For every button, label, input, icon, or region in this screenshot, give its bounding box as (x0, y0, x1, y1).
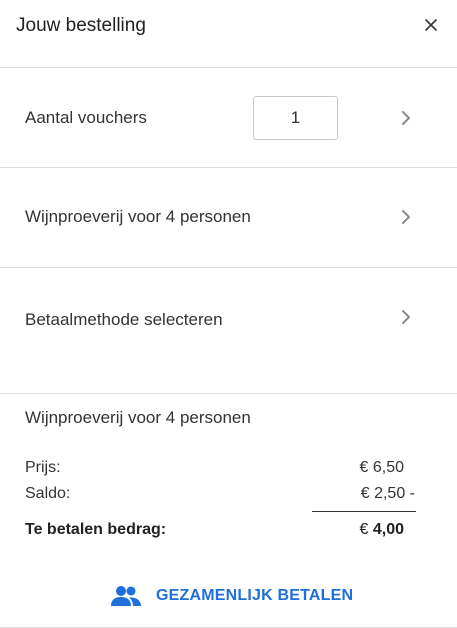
summary-product: Wijnproeverij voor 4 personen (25, 408, 251, 427)
people-icon (111, 586, 141, 606)
close-icon (425, 19, 437, 31)
sum-divider (312, 511, 416, 512)
order-summary: Wijnproeverij voor 4 personen Prijs: € 6… (0, 394, 457, 558)
page-title: Jouw bestelling (16, 15, 146, 36)
payment-method-row[interactable]: Betaalmethode selecteren (0, 268, 457, 368)
vouchers-quantity-input[interactable] (253, 96, 338, 140)
balance-value: € 2,50 - (360, 485, 415, 502)
section-spacer (0, 368, 457, 394)
chevron-right-icon (402, 111, 410, 125)
group-pay-label: GEZAMENLIJK BETALEN (156, 587, 354, 604)
total-currency: € (359, 521, 369, 538)
group-pay-button[interactable]: GEZAMENLIJK BETALEN (110, 584, 353, 608)
order-header: Jouw bestelling (0, 0, 457, 68)
product-label: Wijnproeverij voor 4 personen (25, 207, 251, 226)
payment-method-label: Betaalmethode selecteren (25, 310, 223, 329)
close-button[interactable] (420, 14, 442, 36)
price-label: Prijs: (25, 459, 61, 476)
chevron-right-icon (402, 310, 410, 324)
product-row[interactable]: Wijnproeverij voor 4 personen (0, 168, 457, 268)
footer: GEZAMENLIJK BETALEN (0, 558, 457, 628)
balance-label: Saldo: (25, 485, 71, 502)
price-value: € 6,50 (359, 459, 404, 476)
total-value: € 4,00 (360, 521, 405, 539)
total-label: Te betalen bedrag: (25, 521, 167, 538)
vouchers-label: Aantal vouchers (25, 108, 147, 127)
vouchers-row[interactable]: Aantal vouchers (0, 68, 457, 168)
total-amount: 4,00 (372, 521, 404, 538)
chevron-right-icon (402, 210, 410, 224)
